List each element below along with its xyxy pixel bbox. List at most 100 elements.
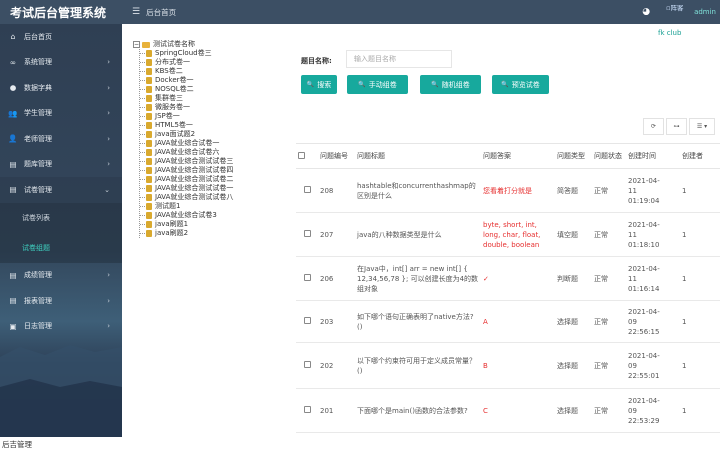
sidebar-item-label: 试卷管理 [24,185,52,194]
row-select-cell [296,212,318,257]
sidebar-subitem[interactable]: 试卷列表 [0,203,122,233]
row-select-cell [296,168,318,213]
question-id: 201 [318,388,355,433]
sidebar-item[interactable]: ⌂ 后台首页 [0,24,122,50]
sidebar-item[interactable]: ▤ 题库管理 › [0,152,122,178]
tree-node[interactable]: 微服务卷一 [140,103,283,112]
tree-node[interactable]: JAVA就业综合测试试卷一 [140,184,283,193]
row-select-cell [296,256,318,301]
question-answer: C [481,388,555,433]
tree-node[interactable]: 分布式卷一 [140,58,283,67]
tree-node-label: KBS卷二 [155,67,183,75]
sidebar-item[interactable]: ▤ 报表管理 › [0,288,122,314]
column-header: 问题编号 [318,143,355,169]
search-icon: 🔍 [501,82,509,88]
sidebar-item[interactable]: ▤ 试卷管理 ⌄ [0,177,122,203]
menu-toggle-icon[interactable]: ☰ [132,7,140,17]
sidebar-menu: ⌂ 后台首页 ∞ 系统管理 › ● 数据字典 › 👥 学生管理 › 👤 老师管理 › ▤ 题库管理 › ▤ 试卷管理… [0,24,122,203]
toggle-view-icon[interactable]: ⊶ [666,118,687,135]
random-compose-label: 随机组卷 [441,81,470,89]
row-checkbox[interactable] [303,405,311,413]
question-creator: 1 [680,300,720,343]
column-header: 问题状态 [592,143,626,169]
tree-node[interactable]: JAVA就业综合测试试卷三 [140,157,283,166]
tree-node[interactable]: 集群卷三 [140,94,283,103]
table-row[interactable]: 201 下面哪个是main()函数的合法参数? C 选择题 正常 2021-04- 09 22… [296,388,720,433]
row-checkbox[interactable] [303,273,311,281]
tree-node-label: JAVA就业综合测试试卷一 [155,184,234,192]
sidebar-item-label: 老师管理 [24,134,52,143]
tree-node[interactable]: 测试题1 [140,202,283,211]
tree-node[interactable]: java面试题2 [140,130,283,139]
sidebar-item[interactable]: ● 数据字典 › [0,75,122,101]
tree-node[interactable]: JAVA就业综合测试试卷二 [140,175,283,184]
users-icon: 👥 [8,108,18,118]
row-checkbox[interactable] [303,360,311,368]
search-input[interactable] [346,50,452,68]
avatar[interactable]: ▫阵客 [666,5,688,19]
table-row[interactable]: 206 在Java中，int[] arr = new int[] { 12,34,… [296,256,720,301]
question-type: 选择题 [555,342,592,389]
sidebar-item[interactable]: ▤ 成绩管理 › [0,263,122,289]
tree-node[interactable]: SpringCloud卷三 [140,49,283,58]
link-icon: ∞ [9,57,17,67]
search-button[interactable]: 🔍 搜索 [301,75,337,94]
tree-node[interactable]: Docker卷一 [140,76,283,85]
sidebar-item[interactable]: 👤 老师管理 › [0,126,122,152]
time-line: 09 [628,406,637,415]
random-compose-button[interactable]: 🔍 随机组卷 [420,75,481,94]
tree-node-label: 分布式卷一 [155,58,190,66]
document-icon [146,221,152,228]
table-row[interactable]: 207 java的八种数据类型是什么 byte, short, int, long,… [296,212,720,257]
sidebar-item[interactable]: ∞ 系统管理 › [0,50,122,76]
select-all-checkbox[interactable] [298,151,305,159]
palette-icon[interactable]: ◕ [642,7,650,17]
tree-node[interactable]: JAVA就业综合试卷一 [140,139,283,148]
search-button-label: 搜索 [317,81,332,89]
sidebar-subitem[interactable]: 试卷组题 [0,233,122,263]
tree-node-label: HTML5卷一 [155,121,193,129]
tree-node[interactable]: KBS卷二 [140,67,283,76]
tree-node[interactable]: JAVA就业综合试卷六 [140,148,283,157]
table-row[interactable]: 202 以下哪个约束符可用于定义成员常量？ () B 选择题 正常 2021-04- 09 2… [296,342,720,389]
select-all-header[interactable] [296,143,318,169]
nav-home-label: 后台首页 [146,7,177,17]
refresh-icon[interactable]: ⟳ [643,118,664,135]
tree-node[interactable]: JAVA就业综合测试试卷四 [140,166,283,175]
tree-node[interactable]: HTML5卷一 [140,121,283,130]
row-checkbox[interactable] [303,316,311,324]
tree-collapse-icon[interactable]: − [133,41,140,48]
tree-node[interactable]: NOSQL卷二 [140,85,283,94]
tree-node[interactable]: JAVA就业综合测试试卷八 [140,193,283,202]
time-line: 2021-04- [628,264,660,273]
sidebar-item[interactable]: 👥 学生管理 › [0,101,122,127]
manual-compose-button[interactable]: 🔍 手动组卷 [347,75,408,94]
row-select-cell [296,388,318,433]
nav-home-link[interactable]: ☰ 后台首页 [132,7,176,18]
time-line: 22:53:29 [628,416,660,425]
time-line: 22:56:15 [628,327,660,336]
row-checkbox[interactable] [303,229,311,237]
tree-node[interactable]: JSP卷一 [140,112,283,121]
question-answer: 您看着打分就是 [481,168,555,213]
column-header: 问题标题 [355,143,481,169]
preview-paper-button[interactable]: 🔍 预览试卷 [492,75,549,94]
row-checkbox[interactable] [303,185,311,193]
sidebar-item[interactable]: ▣ 日志管理 › [0,314,122,340]
tree-root-node[interactable]: − 测试试卷名称 [133,40,283,49]
columns-menu-icon[interactable]: ☰ ▾ [689,118,715,135]
question-creator: 1 [680,256,720,301]
table-row[interactable]: 203 如下哪个语句正确表明了native方法?() A 选择题 正常 2021-04- 0… [296,300,720,343]
tree-node[interactable]: java刷题2 [140,229,283,238]
tree-node[interactable]: java刷题1 [140,220,283,229]
table-row[interactable]: 208 hashtable和concurrenthashmap的区别是什么 您看着打… [296,168,720,213]
document-icon [146,59,152,66]
sidebar-menu-bottom: ▤ 成绩管理 › ▤ 报表管理 › ▣ 日志管理 › [0,263,122,340]
document-icon [146,167,152,174]
user-menu[interactable]: admin [694,8,716,16]
question-table: 问题编号 问题标题 问题答案 问题类型 问题状态 创建时间 创建者 208 hashtable… [296,143,720,433]
tree-node[interactable]: JAVA就业综合试卷3 [140,211,283,220]
question-created-time: 2021-04- 11 01:18:10 [626,212,680,257]
sidebar-item-label: 报表管理 [24,296,52,305]
document-icon [146,104,152,111]
